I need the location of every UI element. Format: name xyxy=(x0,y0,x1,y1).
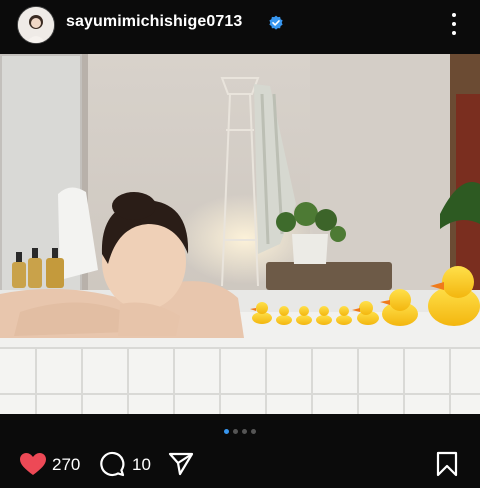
heart-icon[interactable] xyxy=(19,452,47,476)
carousel-dot xyxy=(233,429,238,434)
paper-plane-icon[interactable] xyxy=(168,452,194,476)
carousel-dot xyxy=(224,429,229,434)
username[interactable]: sayumimichishige0713 xyxy=(66,13,242,31)
post-image[interactable] xyxy=(0,54,480,414)
verified-badge-icon xyxy=(269,15,283,30)
like-count[interactable]: 270 xyxy=(52,455,80,475)
carousel-dot xyxy=(242,429,247,434)
action-bar: 270 10 xyxy=(0,446,480,482)
carousel-indicator xyxy=(0,429,480,435)
more-dot xyxy=(452,31,456,36)
carousel-dot xyxy=(251,429,256,434)
more-dot xyxy=(452,12,456,17)
post-header: sayumimichishige0713 xyxy=(0,0,480,54)
more-dot xyxy=(452,21,456,26)
comment-bubble-icon[interactable] xyxy=(99,451,125,477)
more-options-icon[interactable] xyxy=(444,10,464,38)
avatar[interactable] xyxy=(17,6,55,44)
bookmark-icon[interactable] xyxy=(436,451,458,477)
comment-count[interactable]: 10 xyxy=(132,455,151,475)
